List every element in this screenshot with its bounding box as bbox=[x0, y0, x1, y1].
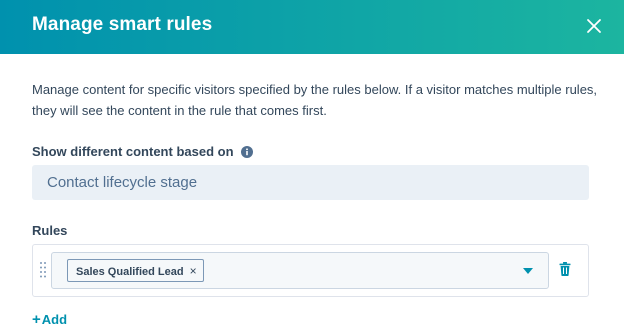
dialog-header: Manage smart rules bbox=[0, 0, 624, 54]
drag-handle-icon[interactable] bbox=[39, 261, 47, 279]
info-icon[interactable] bbox=[241, 146, 254, 158]
basis-field: Contact lifecycle stage bbox=[32, 165, 589, 200]
basis-label-text: Show different content based on bbox=[32, 144, 234, 159]
rule-tag: Sales Qualified Lead × bbox=[67, 259, 204, 282]
rule-tag-label: Sales Qualified Lead bbox=[76, 266, 184, 278]
rules-label: Rules bbox=[32, 223, 68, 238]
caret-down-icon bbox=[523, 268, 533, 274]
dialog-title: Manage smart rules bbox=[32, 14, 213, 35]
close-icon bbox=[587, 19, 601, 33]
basis-label: Show different content based on bbox=[32, 144, 254, 159]
add-rule-label: Add bbox=[41, 312, 68, 327]
rule-select[interactable]: Sales Qualified Lead × bbox=[51, 252, 549, 289]
rule-row: Sales Qualified Lead × bbox=[32, 244, 589, 297]
plus-icon: + bbox=[32, 311, 41, 328]
add-rule-button[interactable]: +Add bbox=[32, 311, 67, 328]
close-button[interactable] bbox=[582, 14, 606, 38]
dialog-description: Manage content for specific visitors spe… bbox=[32, 82, 598, 118]
trash-icon[interactable] bbox=[559, 262, 571, 276]
tag-remove-button[interactable]: × bbox=[190, 264, 197, 278]
